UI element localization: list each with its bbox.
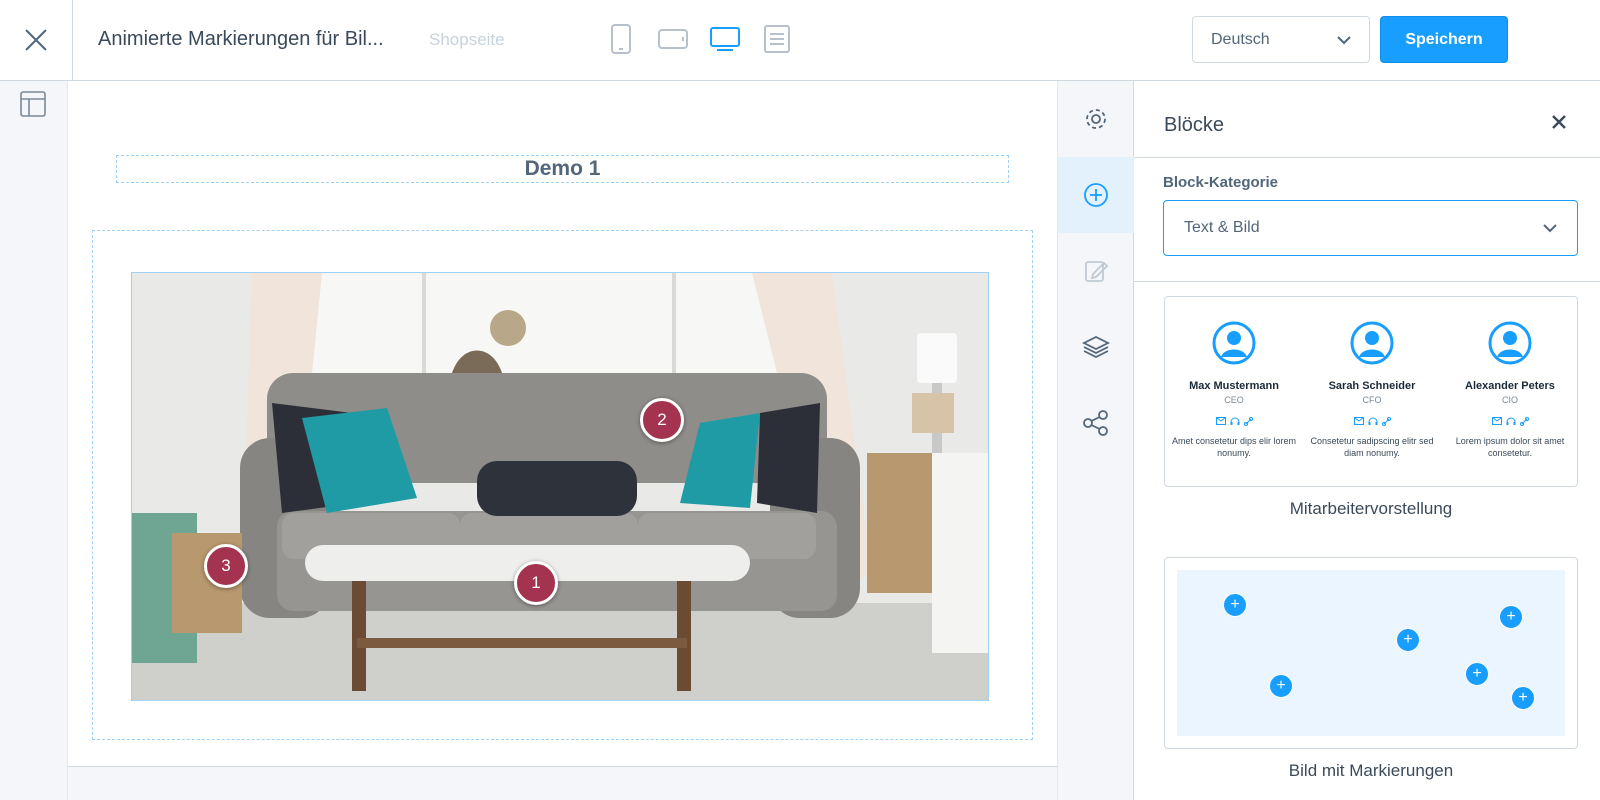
living-room-illustration — [132, 273, 988, 700]
image-markers-preview: + + + + + + — [1177, 570, 1565, 736]
hotspot-marker[interactable]: 3 — [204, 544, 248, 588]
share-tool[interactable] — [1058, 385, 1134, 461]
plus-circle-icon — [1084, 183, 1108, 207]
editor-canvas: Demo 1 1 2 3 — [68, 81, 1057, 767]
sidebar-title: Blöcke — [1164, 114, 1225, 136]
plus-marker-icon: + — [1269, 674, 1293, 698]
close-button[interactable] — [0, 0, 73, 80]
avatar-icon — [1488, 321, 1532, 365]
avatar-icon — [1350, 321, 1394, 365]
sidebar-header: Blöcke — [1134, 81, 1600, 158]
chevron-down-icon — [1337, 35, 1351, 44]
mail-icon — [1491, 417, 1502, 425]
desktop-icon — [710, 27, 740, 51]
mail-icon — [1353, 417, 1364, 425]
edit-icon — [1085, 261, 1109, 282]
team-member: Sarah Schneider CFO Consetetur sadipscin… — [1308, 321, 1436, 459]
plus-marker-icon: + — [1465, 662, 1489, 686]
layout-icon — [20, 91, 46, 117]
avatar-icon — [1212, 321, 1256, 365]
block-card-image-markers[interactable]: + + + + + + — [1164, 557, 1578, 749]
layers-icon — [1082, 335, 1110, 359]
block-category-select[interactable]: Text & Bild — [1163, 200, 1578, 256]
device-switcher — [604, 22, 794, 56]
plus-marker-icon: + — [1223, 593, 1247, 617]
block-card-team[interactable]: Max Mustermann CEO Amet consetetur dips … — [1164, 296, 1578, 487]
page-title: Animierte Markierungen für Bil... — [98, 28, 384, 50]
share-icon — [1083, 410, 1108, 436]
headset-icon — [1506, 417, 1515, 425]
layout-button[interactable] — [20, 91, 46, 117]
block-category-label: Block-Kategorie — [1163, 174, 1279, 191]
language-select[interactable]: Deutsch — [1192, 16, 1370, 63]
team-preview: Max Mustermann CEO Amet consetetur dips … — [1165, 321, 1579, 459]
team-member: Alexander Peters CIO Lorem ipsum dolor s… — [1446, 321, 1574, 459]
plus-marker-icon: + — [1511, 686, 1535, 710]
device-tablet-button[interactable] — [656, 22, 690, 56]
canvas-footer — [68, 768, 1057, 800]
layers-tool[interactable] — [1058, 309, 1134, 385]
link-icon — [1243, 417, 1253, 426]
phone-icon — [611, 24, 631, 54]
team-member: Max Mustermann CEO Amet consetetur dips … — [1170, 321, 1298, 459]
list-icon — [764, 25, 790, 53]
blocks-sidebar: Blöcke Block-Kategorie Text & Bild Max M… — [1134, 81, 1600, 800]
headset-icon — [1230, 417, 1239, 425]
heading-block[interactable]: Demo 1 — [116, 155, 1009, 183]
language-value: Deutsch — [1211, 30, 1270, 48]
block-name: Bild mit Markierungen — [1288, 761, 1454, 780]
top-bar: Animierte Markierungen für Bil... Shopse… — [0, 0, 1600, 81]
hotspot-marker[interactable]: 1 — [514, 561, 558, 605]
member-name: Sarah Schneider — [1328, 380, 1416, 392]
link-icon — [1381, 417, 1391, 426]
member-contact-icons — [1308, 417, 1436, 426]
member-role: CFO — [1362, 395, 1382, 405]
close-icon — [25, 29, 47, 51]
settings-tool[interactable] — [1058, 81, 1134, 157]
member-description: Consetetur sadipscing elitr sed diam non… — [1310, 436, 1434, 458]
close-icon — [1552, 115, 1566, 129]
tablet-icon — [658, 29, 688, 49]
member-description: Amet consetetur dips elir lorem nonumy. — [1171, 436, 1297, 458]
left-rail — [0, 81, 68, 800]
device-phone-button[interactable] — [604, 22, 638, 56]
member-name: Max Mustermann — [1189, 380, 1279, 392]
edit-tool[interactable] — [1058, 233, 1134, 309]
chevron-down-icon — [1543, 224, 1557, 233]
headset-icon — [1368, 417, 1377, 425]
member-name: Alexander Peters — [1465, 380, 1555, 392]
save-button[interactable]: Speichern — [1380, 16, 1508, 63]
add-block-tool[interactable] — [1058, 157, 1134, 233]
member-role: CEO — [1224, 395, 1244, 405]
link-icon — [1519, 417, 1529, 426]
member-role: CIO — [1501, 395, 1518, 405]
plus-marker-icon: + — [1499, 605, 1523, 629]
member-contact-icons — [1446, 417, 1574, 426]
mail-icon — [1215, 417, 1226, 425]
member-contact-icons — [1170, 417, 1298, 426]
member-description: Lorem ipsum dolor sit amet consetetur. — [1455, 436, 1565, 458]
sidebar-close-button[interactable] — [1552, 115, 1570, 133]
block-category-value: Text & Bild — [1184, 219, 1260, 236]
device-list-button[interactable] — [760, 22, 794, 56]
page-type-label: Shopseite — [429, 30, 505, 49]
gear-icon — [1086, 109, 1106, 129]
tool-rail — [1057, 81, 1134, 800]
block-name: Mitarbeitervorstellung — [1289, 499, 1453, 518]
hotspot-marker[interactable]: 2 — [640, 398, 684, 442]
plus-marker-icon: + — [1396, 628, 1420, 652]
sidebar-divider — [1134, 281, 1600, 282]
living-room-image[interactable] — [131, 272, 989, 701]
device-desktop-button[interactable] — [708, 22, 742, 56]
